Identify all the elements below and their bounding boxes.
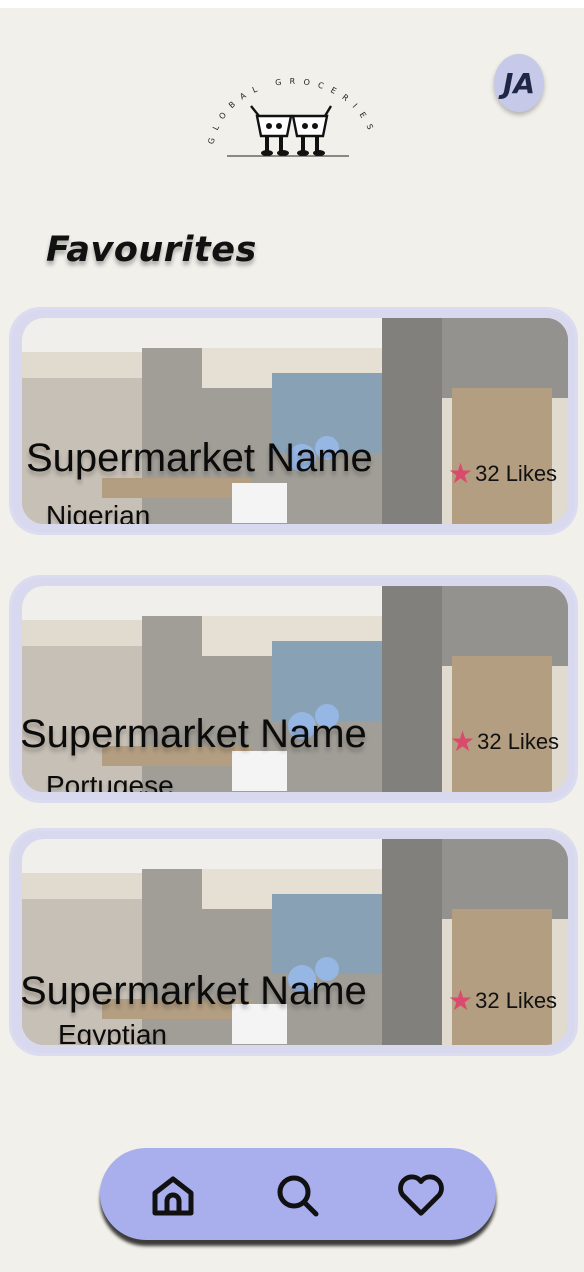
cuisine-label: Egyptian (58, 1019, 167, 1045)
supermarket-name: Supermarket Name (22, 712, 367, 756)
likes-count: ★ 32 Likes (448, 987, 557, 1015)
cuisine-label: Portugese (46, 770, 174, 792)
bottom-nav (100, 1148, 496, 1240)
svg-text:GLOBAL GROCERIES: GLOBAL GROCERIES (207, 77, 378, 145)
likes-label: 32 Likes (475, 461, 558, 486)
favourite-card[interactable]: Supermarket Name Egyptian ★ 32 Likes (12, 831, 575, 1053)
app-logo: GLOBAL GROCERIES (205, 70, 381, 162)
search-icon (277, 1175, 319, 1217)
likes-label: 32 Likes (475, 988, 558, 1013)
likes-label: 32 Likes (477, 729, 560, 754)
user-avatar[interactable]: JA (494, 54, 544, 112)
nav-search-button[interactable] (272, 1170, 322, 1220)
nav-favourites-button[interactable] (396, 1170, 446, 1220)
nav-home-button[interactable] (148, 1170, 198, 1220)
supermarket-name: Supermarket Name (26, 436, 373, 480)
app-screen: GLOBAL GROCERIES JA Favourites Supermark… (0, 8, 584, 1272)
star-icon: ★ (450, 726, 476, 757)
page-title: Favourites (46, 230, 257, 270)
store-photo: Supermarket Name Nigerian ★ 32 Likes (22, 318, 568, 524)
favourite-card[interactable]: Supermarket Name Nigerian ★ 32 Likes (12, 310, 575, 532)
supermarket-name: Supermarket Name (22, 969, 367, 1013)
likes-count: ★ 32 Likes (450, 728, 559, 756)
likes-count: ★ 32 Likes (448, 460, 557, 488)
store-photo: Supermarket Name Portugese ★ 32 Likes (22, 586, 568, 792)
logo-text: GLOBAL GROCERIES (207, 77, 370, 145)
store-photo: Supermarket Name Egyptian ★ 32 Likes (22, 839, 568, 1045)
star-icon: ★ (448, 458, 474, 489)
home-icon (152, 1176, 194, 1216)
star-icon: ★ (448, 985, 474, 1016)
favourite-card[interactable]: Supermarket Name Portugese ★ 32 Likes (12, 578, 575, 800)
heart-icon (398, 1174, 444, 1216)
cuisine-label: Nigerian (46, 500, 151, 524)
